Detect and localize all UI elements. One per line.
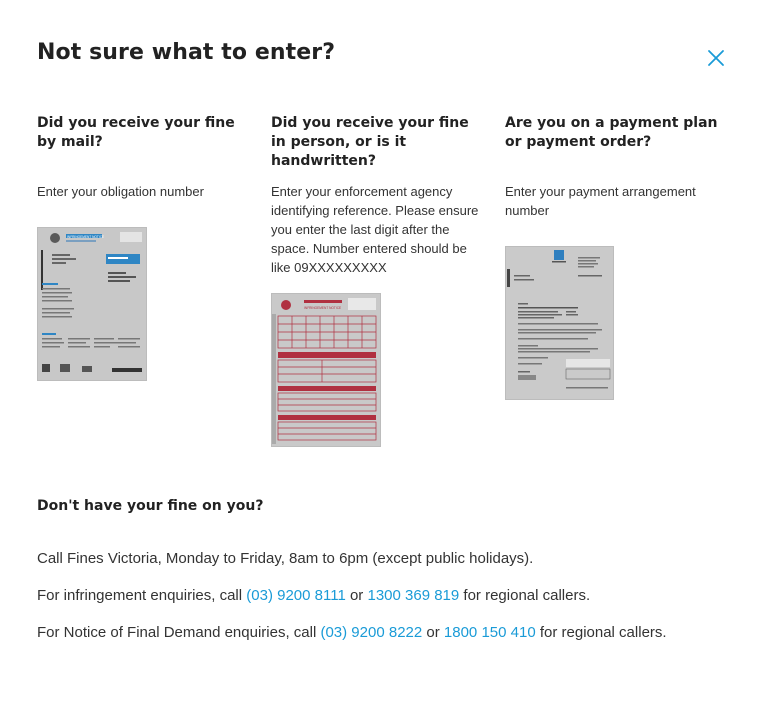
line-prefix: For infringement enquiries, call — [37, 587, 243, 604]
call-hours-text: Call Fines Victoria, Monday to Friday, 8… — [37, 550, 534, 567]
column-heading: Are you on a payment plan or payment ord… — [505, 115, 718, 150]
column-mail: Did you receive your fine by mail? Enter… — [37, 114, 252, 381]
column-heading: Did you receive your fine by mail? — [37, 115, 235, 150]
help-modal: Not sure what to enter? Did you receive … — [0, 0, 761, 715]
column-in-person: Did you receive your fine in person, or … — [271, 114, 486, 447]
line-prefix: For Notice of Final Demand enquiries, ca… — [37, 624, 317, 641]
infringement-phone-link[interactable]: (03) 9200 8111 — [246, 587, 346, 604]
line-or: or — [426, 624, 440, 641]
infringement-regional-phone-link[interactable]: 1300 369 819 — [367, 587, 459, 604]
sample-handwritten-notice-image: INFRINGEMENT NOTICE — [271, 293, 381, 447]
infringement-enquiries-line: For infringement enquiries, call (03) 92… — [37, 587, 590, 604]
line-suffix: for regional callers. — [463, 587, 591, 604]
column-payment-plan: Are you on a payment plan or payment ord… — [505, 114, 730, 400]
sample-payment-arrangement-image — [505, 246, 614, 400]
column-text: Enter your obligation number — [37, 184, 204, 199]
modal-title: Not sure what to enter? — [37, 40, 336, 65]
column-heading: Did you receive your fine in person, or … — [271, 115, 469, 169]
line-suffix: for regional callers. — [539, 624, 667, 641]
column-text: Enter your payment arrangement number — [505, 184, 696, 218]
sample-infringement-notice-image: INFRINGEMENT NOTICE — [37, 227, 147, 381]
line-or: or — [349, 587, 364, 604]
column-text: Enter your enforcement agency identifyin… — [271, 184, 479, 275]
close-icon — [708, 50, 724, 66]
help-heading: Don't have your fine on you? — [37, 498, 264, 514]
sample-label: INFRINGEMENT NOTICE — [304, 306, 341, 310]
final-demand-enquiries-line: For Notice of Final Demand enquiries, ca… — [37, 624, 667, 641]
sample-label: INFRINGEMENT NOTICE — [67, 235, 104, 239]
close-button[interactable] — [704, 46, 728, 70]
final-demand-regional-phone-link[interactable]: 1800 150 410 — [444, 624, 536, 641]
final-demand-phone-link[interactable]: (03) 9200 8222 — [320, 624, 422, 641]
